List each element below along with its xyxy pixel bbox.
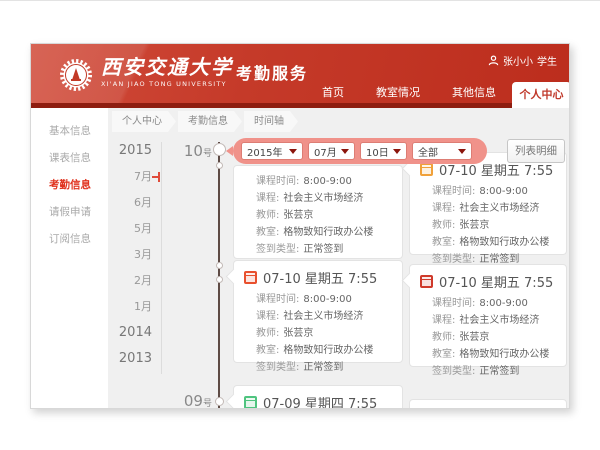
signin-status-icon xyxy=(244,271,257,284)
type-select[interactable]: 全部 xyxy=(412,142,472,160)
chevron-down-icon xyxy=(458,149,466,154)
sidebar-item-leave-request[interactable]: 请假申请 xyxy=(31,199,108,226)
timeline-node xyxy=(216,262,223,269)
card-title: 07-10 星期五 7:55 xyxy=(263,268,377,287)
breadcrumb: 个人中心 考勤信息 时间轴 xyxy=(112,111,300,132)
university-name-cn: 西安交通大学 xyxy=(101,55,233,79)
attendance-card[interactable]: 07-10 星期五 7:55 课程时间:8:00-9:00 课程:社会主义市场经… xyxy=(409,152,567,255)
breadcrumb-personal-center[interactable]: 个人中心 xyxy=(112,111,176,132)
university-name-en: XI'AN JIAO TONG UNIVERSITY xyxy=(101,80,233,88)
attendance-card[interactable]: 07-10 星期五 7:55 课程时间:8:00-9:00 课程:社会主义市场经… xyxy=(233,260,403,363)
timeline-node xyxy=(216,162,223,169)
app-header: 西安交通大学 XI'AN JIAO TONG UNIVERSITY 考勤服务 张… xyxy=(31,44,570,108)
university-name: 西安交通大学 XI'AN JIAO TONG UNIVERSITY xyxy=(101,55,233,88)
year-select[interactable]: 2015年 xyxy=(241,142,303,160)
timeline-nav-2013[interactable]: 2013 xyxy=(108,346,158,372)
university-logo-icon xyxy=(59,58,93,92)
attendance-card[interactable]: 07-09 星期四 7:55 xyxy=(233,385,403,409)
timeline-nav-2014[interactable]: 2014 xyxy=(108,320,158,346)
timeline-node xyxy=(216,276,223,283)
chevron-down-icon xyxy=(393,149,401,154)
timeline-nav-march[interactable]: 3月 xyxy=(108,242,158,268)
filter-bar: 2015年 07月 10日 全部 xyxy=(233,138,487,164)
timeline-nav-may[interactable]: 5月 xyxy=(108,216,158,242)
app-body: 基本信息 课表信息 考勤信息 请假申请 订阅信息 个人中心 考勤信息 时间轴 2… xyxy=(31,108,570,409)
chevron-down-icon xyxy=(341,149,349,154)
timeline-nav-january[interactable]: 1月 xyxy=(108,294,158,320)
nav-tab-home[interactable]: 首页 xyxy=(306,82,360,108)
sidebar-item-basic-info[interactable]: 基本信息 xyxy=(31,118,108,145)
attendance-card[interactable]: 07-10 星期五 7:55 课程时间:8:00-9:00 课程:社会主义市场经… xyxy=(409,264,567,367)
main-nav: 首页 教室情况 其他信息 个人中心 xyxy=(306,82,570,108)
day-select[interactable]: 10日 xyxy=(360,142,407,160)
user-name: 张小小 xyxy=(503,53,533,68)
attendance-card[interactable]: 课程时间:8:00-9:00 课程:社会主义市场经济 教师:张芸京 教室:格物致… xyxy=(233,165,403,259)
card-title: 07-09 星期四 7:55 xyxy=(263,393,377,409)
month-select[interactable]: 07月 xyxy=(308,142,355,160)
app-title: 考勤服务 xyxy=(236,60,308,84)
sidebar-item-attendance[interactable]: 考勤信息 xyxy=(31,172,108,199)
signin-status-icon xyxy=(420,275,433,288)
timeline-nav-2015[interactable]: 2015 xyxy=(108,138,158,164)
timeline-nav-june[interactable]: 6月 xyxy=(108,190,158,216)
user-role: 学生 xyxy=(537,53,557,68)
timeline-nav-july[interactable]: 7月 xyxy=(108,164,158,190)
signin-status-icon xyxy=(420,163,433,176)
list-detail-button[interactable]: 列表明细 xyxy=(507,139,565,163)
page: 西安交通大学 XI'AN JIAO TONG UNIVERSITY 考勤服务 张… xyxy=(0,0,600,450)
timeline-nav-february[interactable]: 2月 xyxy=(108,268,158,294)
day-label-10: 10号 xyxy=(170,141,212,160)
chevron-down-icon xyxy=(289,149,297,154)
breadcrumb-attendance[interactable]: 考勤信息 xyxy=(178,111,242,132)
active-month-marker xyxy=(154,172,160,182)
card-title: 07-10 星期五 7:55 xyxy=(439,272,553,291)
timeline-node-day09[interactable] xyxy=(215,397,224,406)
signin-status-icon xyxy=(244,396,257,409)
content-area: 个人中心 考勤信息 时间轴 2015 7月 6月 5月 3月 2月 1月 201… xyxy=(108,108,570,409)
nav-tab-classrooms[interactable]: 教室情况 xyxy=(360,82,436,108)
sidebar: 基本信息 课表信息 考勤信息 请假申请 订阅信息 xyxy=(31,108,108,409)
user-info[interactable]: 张小小 学生 xyxy=(488,53,557,68)
breadcrumb-timeline[interactable]: 时间轴 xyxy=(244,111,298,132)
sidebar-item-timetable[interactable]: 课表信息 xyxy=(31,145,108,172)
app-window: 西安交通大学 XI'AN JIAO TONG UNIVERSITY 考勤服务 张… xyxy=(30,43,570,409)
day-label-09: 09号 xyxy=(170,391,212,409)
timeline-nav-divider xyxy=(161,142,162,374)
nav-tab-other-info[interactable]: 其他信息 xyxy=(436,82,512,108)
user-icon xyxy=(488,55,499,66)
sidebar-item-subscription[interactable]: 订阅信息 xyxy=(31,226,108,253)
nav-tab-personal-center[interactable]: 个人中心 xyxy=(512,82,570,108)
timeline-node-day10[interactable] xyxy=(213,143,226,156)
timeline-year-nav: 2015 7月 6月 5月 3月 2月 1月 2014 2013 xyxy=(108,138,158,372)
attendance-card-stub[interactable] xyxy=(409,399,567,409)
